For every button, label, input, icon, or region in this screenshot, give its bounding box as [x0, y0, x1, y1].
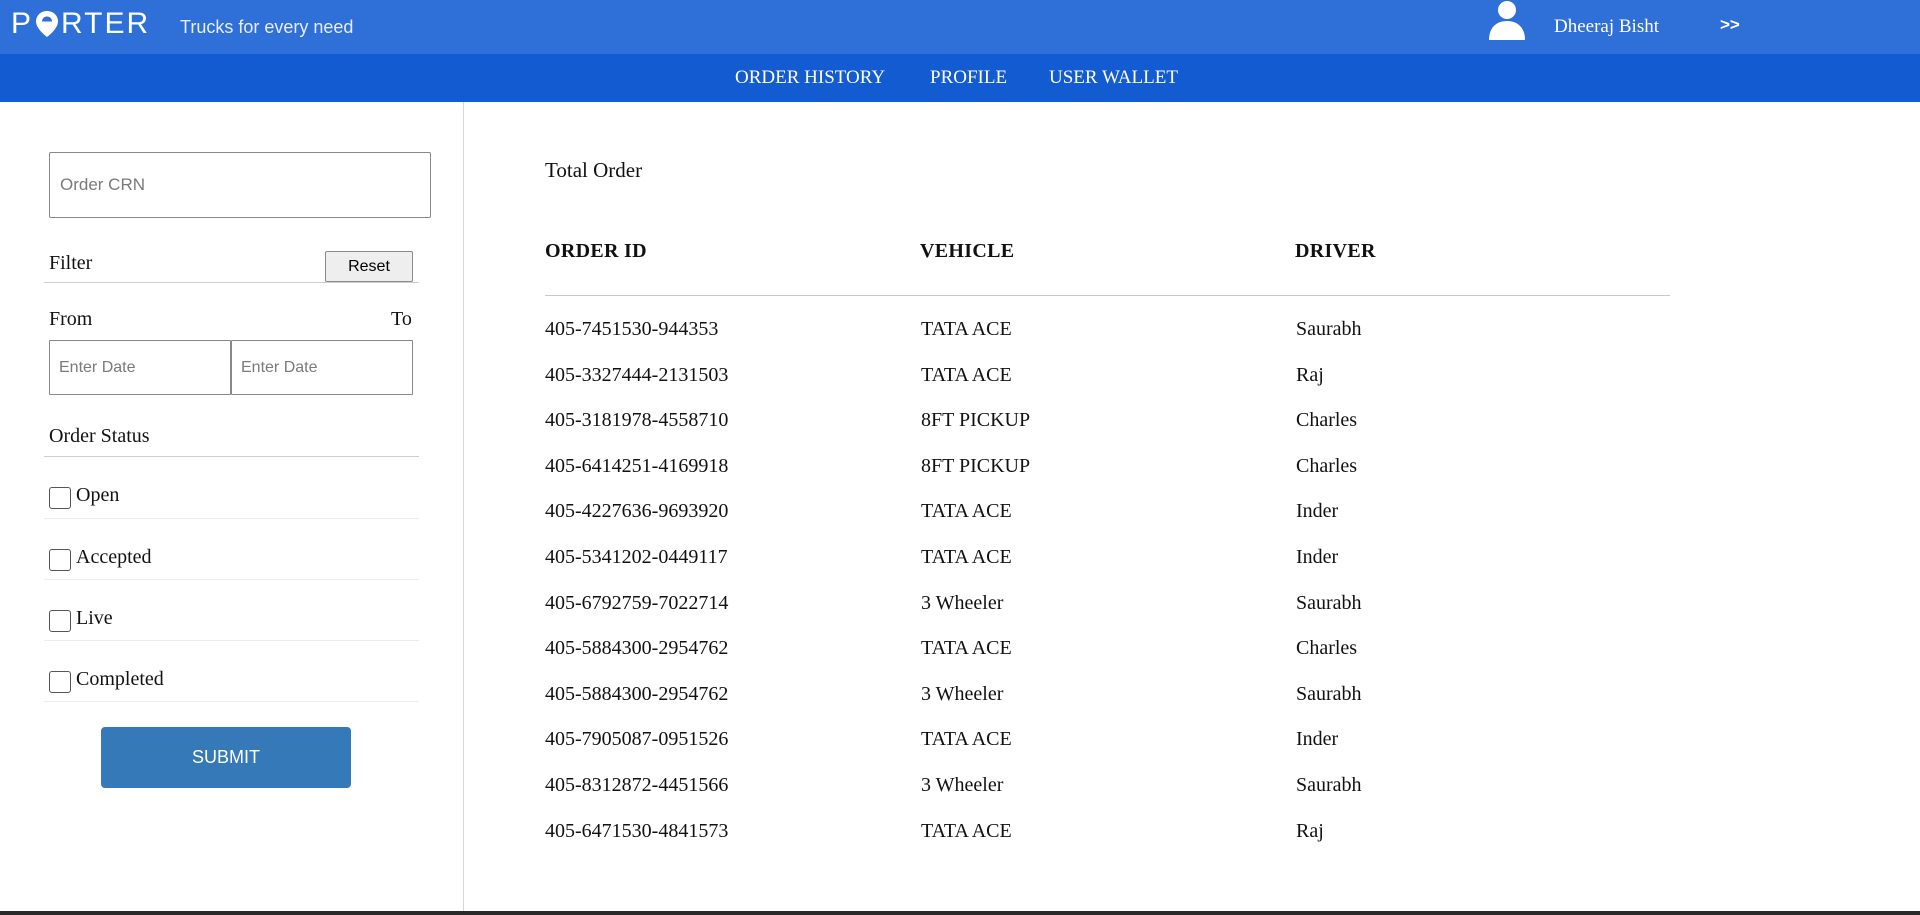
- cell-vehicle: 8FT PICKUP: [921, 409, 1031, 432]
- user-name[interactable]: Dheeraj Bisht: [1554, 16, 1659, 38]
- cell-vehicle: TATA ACE: [921, 728, 1012, 751]
- status-row-divider: [44, 579, 419, 580]
- window-bottom-edge: [0, 911, 1920, 915]
- cell-vehicle: 3 Wheeler: [921, 682, 1004, 705]
- cell-driver: Charles: [1296, 637, 1358, 660]
- cell-order-id: 405-8312872-4451566: [545, 774, 729, 796]
- cell-driver: Charles: [1296, 454, 1358, 477]
- cell-vehicle: TATA ACE: [921, 500, 1012, 523]
- cell-vehicle: TATA ACE: [921, 637, 1012, 660]
- table-row[interactable]: 405-8312872-4451566 3 Wheeler Saurabh: [0, 774, 1700, 804]
- cell-driver: Saurabh: [1296, 774, 1362, 796]
- filter-divider: [44, 282, 419, 283]
- cell-driver: Inder: [1296, 500, 1339, 523]
- cell-vehicle: TATA ACE: [921, 819, 1012, 842]
- column-header-order-id: ORDER ID: [545, 240, 647, 262]
- cell-driver: Inder: [1296, 728, 1339, 751]
- cell-order-id: 405-5884300-2954762: [545, 637, 729, 660]
- cell-order-id: 405-4227636-9693920: [545, 500, 729, 523]
- cell-order-id: 405-3327444-2131503: [545, 363, 729, 386]
- top-header: P RTER Trucks for every need Dheeraj Bis…: [0, 0, 1920, 54]
- table-row[interactable]: 405-5884300-2954762 TATA ACE Charles: [0, 637, 1700, 667]
- cell-order-id: 405-3181978-4558710: [545, 409, 729, 432]
- cell-vehicle: TATA ACE: [921, 363, 1012, 386]
- cell-driver: Saurabh: [1296, 682, 1362, 705]
- cell-order-id: 405-7451530-944353: [545, 318, 719, 340]
- cell-vehicle: 3 Wheeler: [921, 591, 1004, 614]
- cell-driver: Raj: [1296, 363, 1324, 386]
- cell-vehicle: TATA ACE: [921, 318, 1012, 340]
- table-row[interactable]: 405-3181978-4558710 8FT PICKUP Charles: [0, 409, 1700, 439]
- column-header-driver: DRIVER: [1295, 240, 1376, 262]
- table-row[interactable]: 405-3327444-2131503 TATA ACE Raj: [0, 364, 1700, 394]
- expand-menu-button[interactable]: >>: [1720, 15, 1740, 35]
- location-pin-icon: [36, 11, 59, 37]
- table-row[interactable]: 405-6471530-4841573 TATA ACE Raj: [0, 820, 1700, 850]
- cell-order-id: 405-5341202-0449117: [545, 546, 728, 568]
- cell-driver: Raj: [1296, 819, 1324, 842]
- table-row[interactable]: 405-6414251-4169918 8FT PICKUP Charles: [0, 455, 1700, 485]
- nav-profile[interactable]: PROFILE: [930, 67, 1007, 89]
- nav-user-wallet[interactable]: USER WALLET: [1049, 67, 1178, 89]
- table-row[interactable]: 405-4227636-9693920 TATA ACE Inder: [0, 500, 1700, 530]
- cell-vehicle: 8FT PICKUP: [921, 454, 1031, 477]
- cell-driver: Saurabh: [1296, 591, 1362, 614]
- logo-letter-p: P: [11, 7, 34, 40]
- table-row[interactable]: 405-7451530-944353 TATA ACE Saurabh: [0, 318, 1700, 348]
- cell-driver: Saurabh: [1296, 318, 1362, 340]
- filter-label: Filter: [49, 252, 93, 274]
- total-order-label: Total Order: [545, 158, 643, 182]
- main-nav: ORDER HISTORY PROFILE USER WALLET: [0, 54, 1920, 102]
- table-row[interactable]: 405-5884300-2954762 3 Wheeler Saurabh: [0, 683, 1700, 713]
- table-header-divider: [545, 295, 1670, 296]
- cell-order-id: 405-6471530-4841573: [545, 819, 729, 842]
- cell-order-id: 405-5884300-2954762: [545, 682, 729, 705]
- cell-driver: Charles: [1296, 409, 1358, 432]
- column-header-vehicle: VEHICLE: [920, 240, 1015, 262]
- cell-vehicle: 3 Wheeler: [921, 774, 1004, 796]
- table-row[interactable]: 405-5341202-0449117 TATA ACE Inder: [0, 546, 1700, 576]
- reset-button[interactable]: Reset: [325, 251, 413, 282]
- cell-order-id: 405-6414251-4169918: [545, 454, 729, 477]
- logo-letters-rter: RTER: [61, 7, 151, 40]
- cell-vehicle: TATA ACE: [921, 546, 1012, 568]
- tagline: Trucks for every need: [180, 17, 354, 37]
- table-row[interactable]: 405-6792759-7022714 3 Wheeler Saurabh: [0, 592, 1700, 622]
- table-row[interactable]: 405-7905087-0951526 TATA ACE Inder: [0, 728, 1700, 758]
- user-avatar-icon[interactable]: [1487, 0, 1527, 40]
- cell-order-id: 405-7905087-0951526: [545, 728, 729, 751]
- cell-order-id: 405-6792759-7022714: [545, 591, 729, 614]
- nav-order-history[interactable]: ORDER HISTORY: [735, 67, 885, 89]
- porter-logo[interactable]: P RTER: [11, 7, 150, 41]
- order-crn-input[interactable]: [49, 152, 431, 218]
- cell-driver: Inder: [1296, 546, 1339, 568]
